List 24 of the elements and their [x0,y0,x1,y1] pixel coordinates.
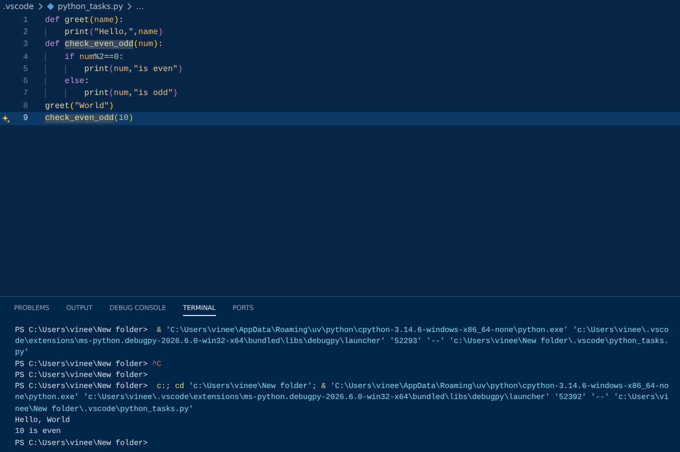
chevron-icon [38,3,43,10]
breadcrumb-item[interactable]: .vscode [3,2,34,11]
breadcrumb-item[interactable]: ... [136,2,144,11]
line-number: 7 [22,89,28,98]
line-number: 5 [22,64,28,74]
code-text: greet("World") [45,102,114,111]
python-file-icon [46,3,54,10]
code-text: print("Hello,",name) [64,28,163,37]
line-number: 8 [22,102,28,111]
code-text: def greet(name): [45,16,124,25]
code-text: def check_even_odd(num): [45,40,163,50]
line-number: 6 [22,77,28,86]
chevron-icon [127,3,132,10]
code-text: print(num,"is even") [83,64,183,74]
code-text: check_even_odd(10) [45,114,134,124]
code-text: print(num,"is odd") [83,89,178,98]
line-number: 2 [22,28,28,37]
code-text: else: [64,77,90,86]
line-number: 3 [22,40,28,50]
line-number: 9 [22,114,28,124]
breadcrumb-item[interactable]: python_tasks.py [58,2,124,11]
line-number: 4 [22,52,28,62]
line-number: 1 [22,16,28,25]
code-text: if num%2==0: [64,52,124,62]
